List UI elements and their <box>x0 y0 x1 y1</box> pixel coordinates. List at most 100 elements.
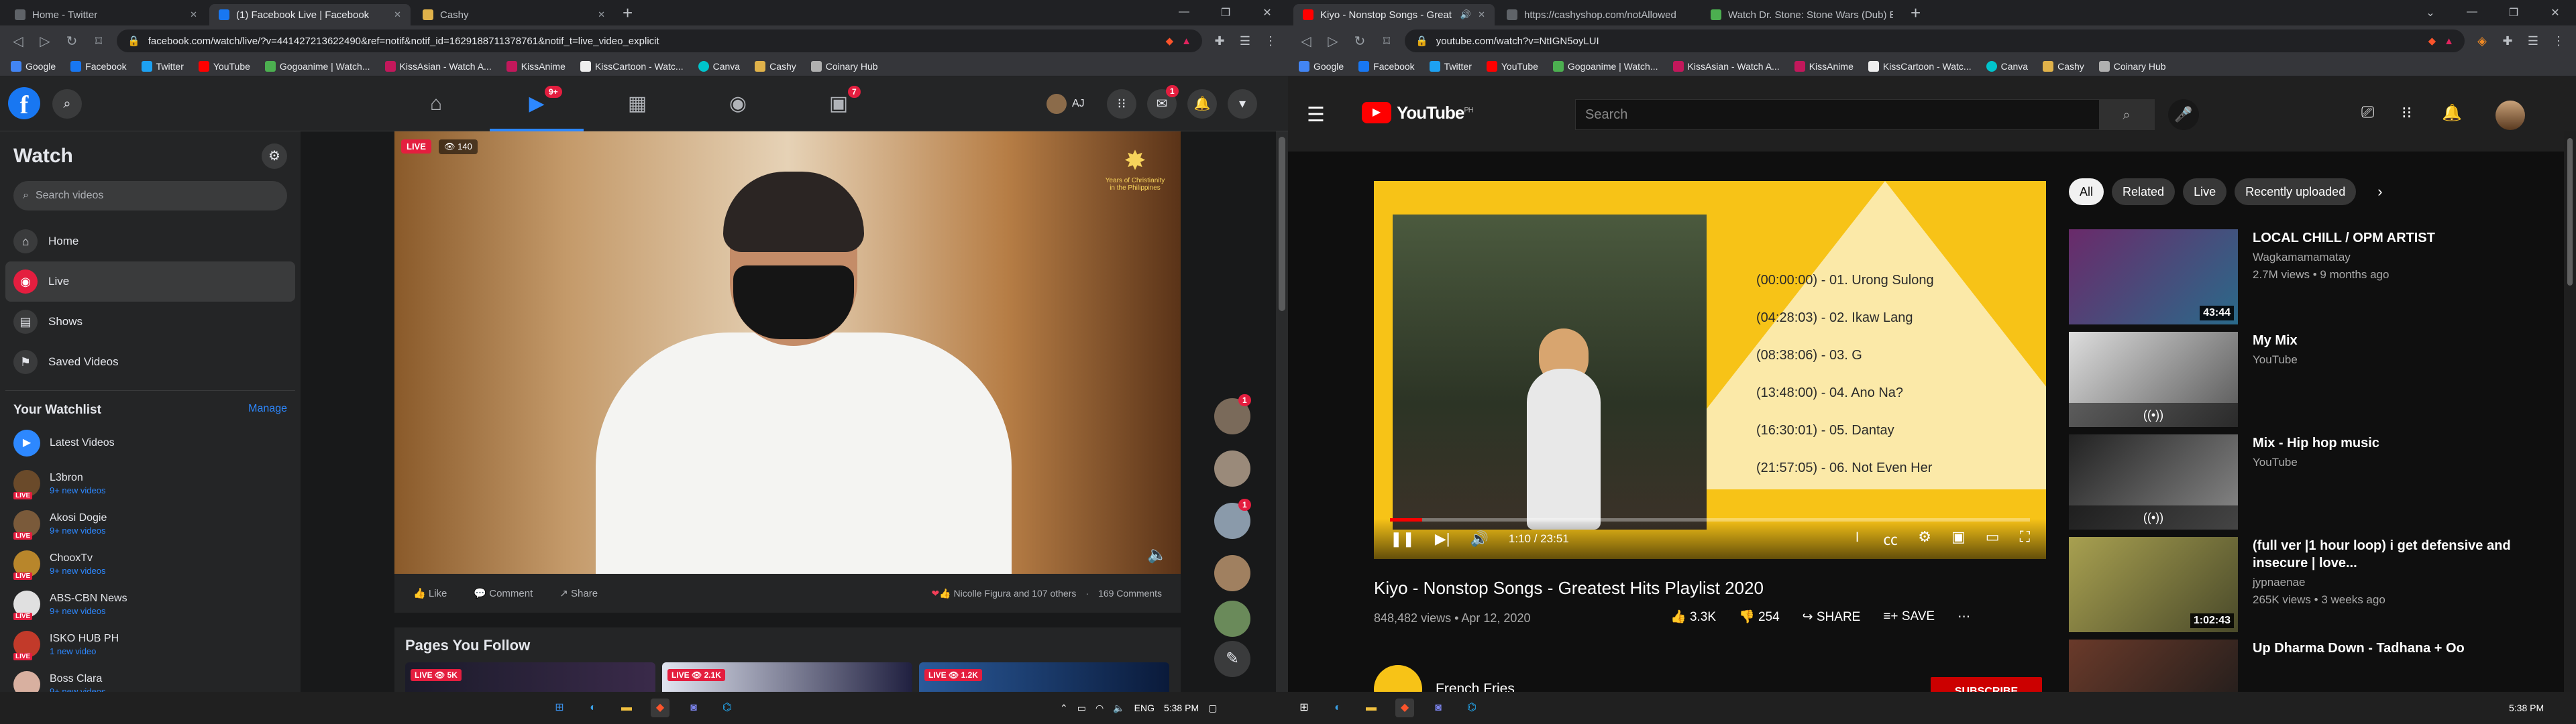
bookmark-canva[interactable]: Canva <box>1986 60 2028 72</box>
address-bar[interactable]: 🔒 youtube.com/watch?v=NtIGN5oyLUI ◆ ▲ <box>1405 29 2465 52</box>
tab-dr-stone[interactable]: Watch Dr. Stone: Stone Wars (Dub) Ep <box>1701 4 1902 25</box>
share-button[interactable]: ↪ SHARE <box>1803 609 1861 625</box>
back-icon[interactable]: ◁ <box>9 33 27 50</box>
sidebar-item-shows[interactable]: ▤ Shows <box>5 302 295 342</box>
audio-icon[interactable]: 🔊 <box>1460 9 1471 20</box>
nav-gaming-icon[interactable]: ▣ 7 <box>792 76 885 131</box>
search-input[interactable] <box>1576 100 2099 129</box>
tab-youtube[interactable]: Kiyo - Nonstop Songs - Great 🔊 ✕ <box>1293 4 1495 25</box>
chip-all[interactable]: All <box>2069 178 2104 205</box>
chip-live[interactable]: Live <box>2183 178 2227 205</box>
tray-chevron-icon[interactable]: ⌃ <box>1060 703 1068 714</box>
forward-icon[interactable]: ▷ <box>36 33 54 50</box>
page-card[interactable]: LIVE 👁 2.1K <box>662 662 912 692</box>
chevron-right-icon[interactable]: › <box>2377 183 2382 200</box>
live-video-player[interactable]: LIVE 👁 140 ✸ Years of Christianity in the… <box>394 131 1181 574</box>
scrollbar[interactable] <box>1276 131 1288 692</box>
bookmark-page-icon[interactable]: ⌑ <box>1378 33 1395 50</box>
rec-item[interactable]: 43:44 LOCAL CHILL / OPM ARTIST Wagkamamama… <box>2069 229 2552 332</box>
facebook-logo[interactable]: f <box>8 87 40 119</box>
rec-item[interactable]: 1:02:43 (full ver |1 hour loop) i get def… <box>2069 537 2552 640</box>
back-icon[interactable]: ◁ <box>1297 33 1315 50</box>
menu-grid-icon[interactable]: ⁝⁝ <box>1107 89 1136 119</box>
brave-rewards-icon[interactable]: ▲ <box>2444 36 2454 47</box>
watchlist-item[interactable]: LIVE ISKO HUB PH 1 new video <box>5 624 295 664</box>
bookmark-kissasian[interactable]: KissAsian - Watch A... <box>384 60 492 72</box>
save-button[interactable]: ≡+ SAVE <box>1883 609 1935 624</box>
channel-avatar[interactable] <box>1374 665 1422 692</box>
contact-avatar[interactable]: 1 <box>1214 394 1251 434</box>
theater-mode-icon[interactable]: ▭ <box>1986 528 2000 550</box>
extensions-icon[interactable]: ✚ <box>1212 34 1228 48</box>
bookmark-page-icon[interactable]: ⌑ <box>90 33 107 50</box>
teams-icon[interactable]: ◙ <box>1429 699 1448 717</box>
profile-button[interactable]: AJ <box>1046 94 1085 114</box>
watchlist-item[interactable]: LIVE ChooxTv 9+ new videos <box>5 544 295 584</box>
comment-button[interactable]: 💬 Comment <box>474 587 533 599</box>
bookmark-facebook[interactable]: Facebook <box>70 60 127 72</box>
language-indicator[interactable]: ENG <box>1134 703 1155 713</box>
brave-icon[interactable]: ◆ <box>651 699 669 717</box>
bookmark-kissasian[interactable]: KissAsian - Watch A... <box>1672 60 1780 72</box>
search-icon[interactable]: ⌕ <box>52 89 82 119</box>
bookmark-twitter[interactable]: Twitter <box>141 60 184 72</box>
more-actions-icon[interactable]: ⋯ <box>1957 609 1970 625</box>
chip-related[interactable]: Related <box>2112 178 2176 205</box>
bookmark-youtube[interactable]: YouTube <box>1486 60 1538 72</box>
bookmark-kisscartoon[interactable]: KissCartoon - Watc... <box>580 60 684 72</box>
reading-list-icon[interactable]: ☰ <box>1237 34 1253 48</box>
windows-start-icon[interactable]: ⊞ <box>1295 699 1313 717</box>
channel-name[interactable]: French Fries <box>1436 681 1515 692</box>
page-card[interactable]: LIVE 👁 5K <box>405 662 655 692</box>
share-button[interactable]: ↗ Share <box>559 587 598 599</box>
vscode-icon[interactable]: ⌬ <box>1462 699 1481 717</box>
bookmark-kissanime[interactable]: KissAnime <box>1794 60 1854 72</box>
bookmark-kisscartoon[interactable]: KissCartoon - Watc... <box>1868 60 1972 72</box>
bookmark-cashy[interactable]: Cashy <box>755 60 796 72</box>
file-explorer-icon[interactable]: ▬ <box>617 699 636 717</box>
contact-avatar[interactable] <box>1214 450 1250 487</box>
reactions-summary[interactable]: ❤👍 Nicolle Figura and 107 others <box>931 588 1076 599</box>
brave-shield-icon[interactable]: ◆ <box>2428 35 2436 47</box>
apps-grid-icon[interactable]: ⁝⁝ <box>2402 103 2412 123</box>
tab-search-icon[interactable]: ⌄ <box>2410 6 2451 19</box>
bookmark-twitter[interactable]: Twitter <box>1429 60 1472 72</box>
nav-home-icon[interactable]: ⌂ <box>389 76 483 131</box>
rec-item[interactable]: ((•)) My Mix YouTube <box>2069 332 2552 434</box>
pause-icon[interactable]: ❚❚ <box>1390 530 1415 548</box>
settings-gear-icon[interactable]: ⚙ <box>262 143 287 169</box>
bookmark-cashy[interactable]: Cashy <box>2043 60 2084 72</box>
bookmark-gogoanime[interactable]: Gogoanime | Watch... <box>1552 60 1658 72</box>
dislike-button[interactable]: 👎 254 <box>1739 609 1780 625</box>
extension-icon[interactable]: ◈ <box>2474 34 2490 48</box>
new-tab-icon[interactable]: + <box>623 3 633 23</box>
microphone-icon[interactable]: 🎤 <box>2168 99 2199 130</box>
notification-center-icon[interactable]: ▢ <box>1208 703 1217 714</box>
close-window-icon[interactable]: ✕ <box>1246 6 1288 19</box>
file-explorer-icon[interactable]: ▬ <box>1362 699 1381 717</box>
maximize-icon[interactable]: ❐ <box>2493 6 2534 19</box>
watchlist-item[interactable]: LIVE L3bron 9+ new videos <box>5 463 295 503</box>
forward-icon[interactable]: ▷ <box>1324 33 1342 50</box>
nav-watch-icon[interactable]: ▶ 9+ <box>490 76 584 131</box>
scrollbar-thumb[interactable] <box>2567 138 2573 286</box>
clock[interactable]: 5:38 PM <box>1164 703 1199 713</box>
like-button[interactable]: 👍 Like <box>413 587 447 599</box>
bookmark-google[interactable]: Google <box>11 60 56 72</box>
rec-item[interactable]: ((•)) Mix - Hip hop music YouTube <box>2069 434 2552 537</box>
volume-icon[interactable]: 🔊 <box>1470 530 1489 548</box>
new-message-icon[interactable]: ✎ <box>1214 641 1250 677</box>
new-tab-icon[interactable]: + <box>1911 3 1921 23</box>
menu-icon[interactable]: ⋮ <box>1263 34 1279 48</box>
watchlist-item[interactable]: LIVE ABS-CBN News 9+ new videos <box>5 584 295 624</box>
brave-icon[interactable]: ◆ <box>1395 699 1414 717</box>
next-icon[interactable]: ▶| <box>1435 530 1450 548</box>
wifi-icon[interactable]: ◠ <box>1095 703 1104 714</box>
contact-avatar[interactable]: 1 <box>1214 499 1251 539</box>
reload-icon[interactable]: ↻ <box>63 33 80 50</box>
reload-icon[interactable]: ↻ <box>1351 33 1368 50</box>
tab-facebook-live[interactable]: (1) Facebook Live | Facebook ✕ <box>209 4 411 25</box>
tab-cashyshop[interactable]: https://cashyshop.com/notAllowed <box>1497 4 1699 25</box>
minimize-icon[interactable]: — <box>2451 6 2493 19</box>
youtube-logo[interactable]: ▶ YouTubePH <box>1362 102 1474 123</box>
